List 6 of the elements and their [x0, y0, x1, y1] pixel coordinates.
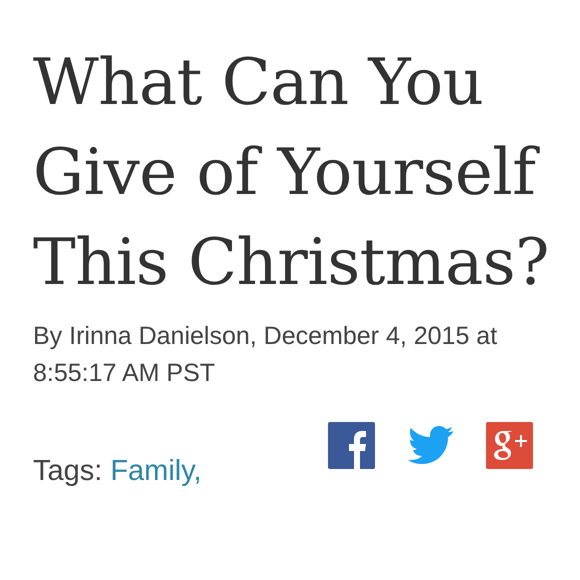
facebook-icon[interactable] — [328, 422, 375, 469]
byline: By Irinna Danielson, December 4, 2015 at 8:55:17 AM PST — [33, 321, 498, 389]
tags-label: Tags: — [33, 454, 102, 489]
google-plus-icon[interactable] — [486, 422, 533, 469]
tag-link[interactable]: Family, — [110, 450, 202, 494]
article-title: What Can You Give of Yourself This Christmas? — [33, 45, 550, 302]
